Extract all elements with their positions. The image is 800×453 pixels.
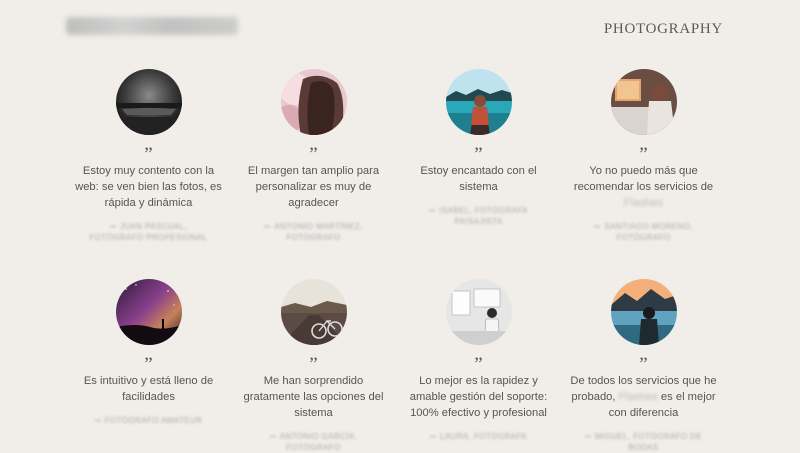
testimonial-text: Yo no puedo más que recomendar los servi… [573, 165, 714, 209]
testimonial-author: LAURA, FOTÓGRAFA [414, 431, 544, 442]
testimonial-author: SANTIAGO MORENO, FOTÓGRAFO [579, 221, 709, 243]
testimonials-grid: ” Estoy muy contento con la web: se ven … [66, 68, 726, 453]
testimonial-card: ” El margen tan amplio para personalizar… [231, 68, 396, 278]
quote-mark: ” [474, 354, 483, 375]
testimonial-text: El margen tan amplio para personalizar e… [247, 165, 380, 209]
testimonial-author: ISABEL, FOTÓGRAFA PAISAJISTA [414, 205, 544, 227]
testimonial-text: Lo mejor es la rapidez y amable gestión … [409, 375, 548, 419]
testimonial-text: Me han sorprendido gratamente las opcion… [243, 375, 384, 419]
testimonial-text: Estoy encantado con el sistema [420, 165, 537, 193]
brand-name[interactable]: PHOTOGRAPHY [604, 21, 723, 38]
testimonial-text: Estoy muy contento con la web: se ven bi… [75, 165, 222, 209]
night-pier-photo [115, 69, 182, 135]
testimonial-card: ” Es intuitivo y está lleno de facilidad… [66, 278, 231, 453]
quote-mark: ” [639, 144, 648, 165]
quote-mark: ” [639, 354, 648, 375]
site-header: PHOTOGRAPHY [0, 0, 800, 60]
testimonial-card: ” Lo mejor es la rapidez y amable gestió… [396, 278, 561, 453]
testimonial-card: ” Estoy muy contento con la web: se ven … [66, 68, 231, 278]
bicycle-road-photo [280, 279, 347, 345]
testimonial-text: De todos los servicios que he probado, F… [570, 375, 717, 419]
bedroom-photo [610, 69, 677, 135]
testimonial-card: ” Yo no puedo más que recomendar los ser… [561, 68, 726, 278]
testimonial-author: FOTÓGRAFO AMATEUR [84, 415, 214, 426]
quote-mark: ” [144, 144, 153, 165]
blurred-brand-name: Flashes [623, 197, 664, 209]
milky-way-photo [115, 279, 182, 345]
testimonial-author: JUAN PASCUAL, FOTÓGRAFO PROFESIONAL [89, 222, 208, 242]
portrait-hair-photo [280, 69, 347, 135]
testimonial-card: ” Estoy encantado con el sistema ISABEL,… [396, 68, 561, 278]
testimonial-card: ” De todos los servicios que he probado,… [561, 278, 726, 453]
quote-mark: ” [309, 144, 318, 165]
testimonial-text: Es intuitivo y está lleno de facilidades [83, 375, 214, 403]
blurred-brand-name: Flashes [618, 391, 658, 403]
testimonial-card: ” Me han sorprendido gratamente las opci… [231, 278, 396, 453]
mountain-lake-photo [610, 279, 677, 345]
quote-mark: ” [309, 354, 318, 375]
gallery-photo [445, 279, 512, 345]
quote-mark: ” [474, 144, 483, 165]
lake-woman-photo [445, 69, 512, 135]
site-logo[interactable] [66, 17, 238, 35]
quote-mark: ” [144, 354, 153, 375]
testimonial-author: ANTONIO MARTÍNEZ, FOTÓGRAFO [249, 221, 379, 243]
